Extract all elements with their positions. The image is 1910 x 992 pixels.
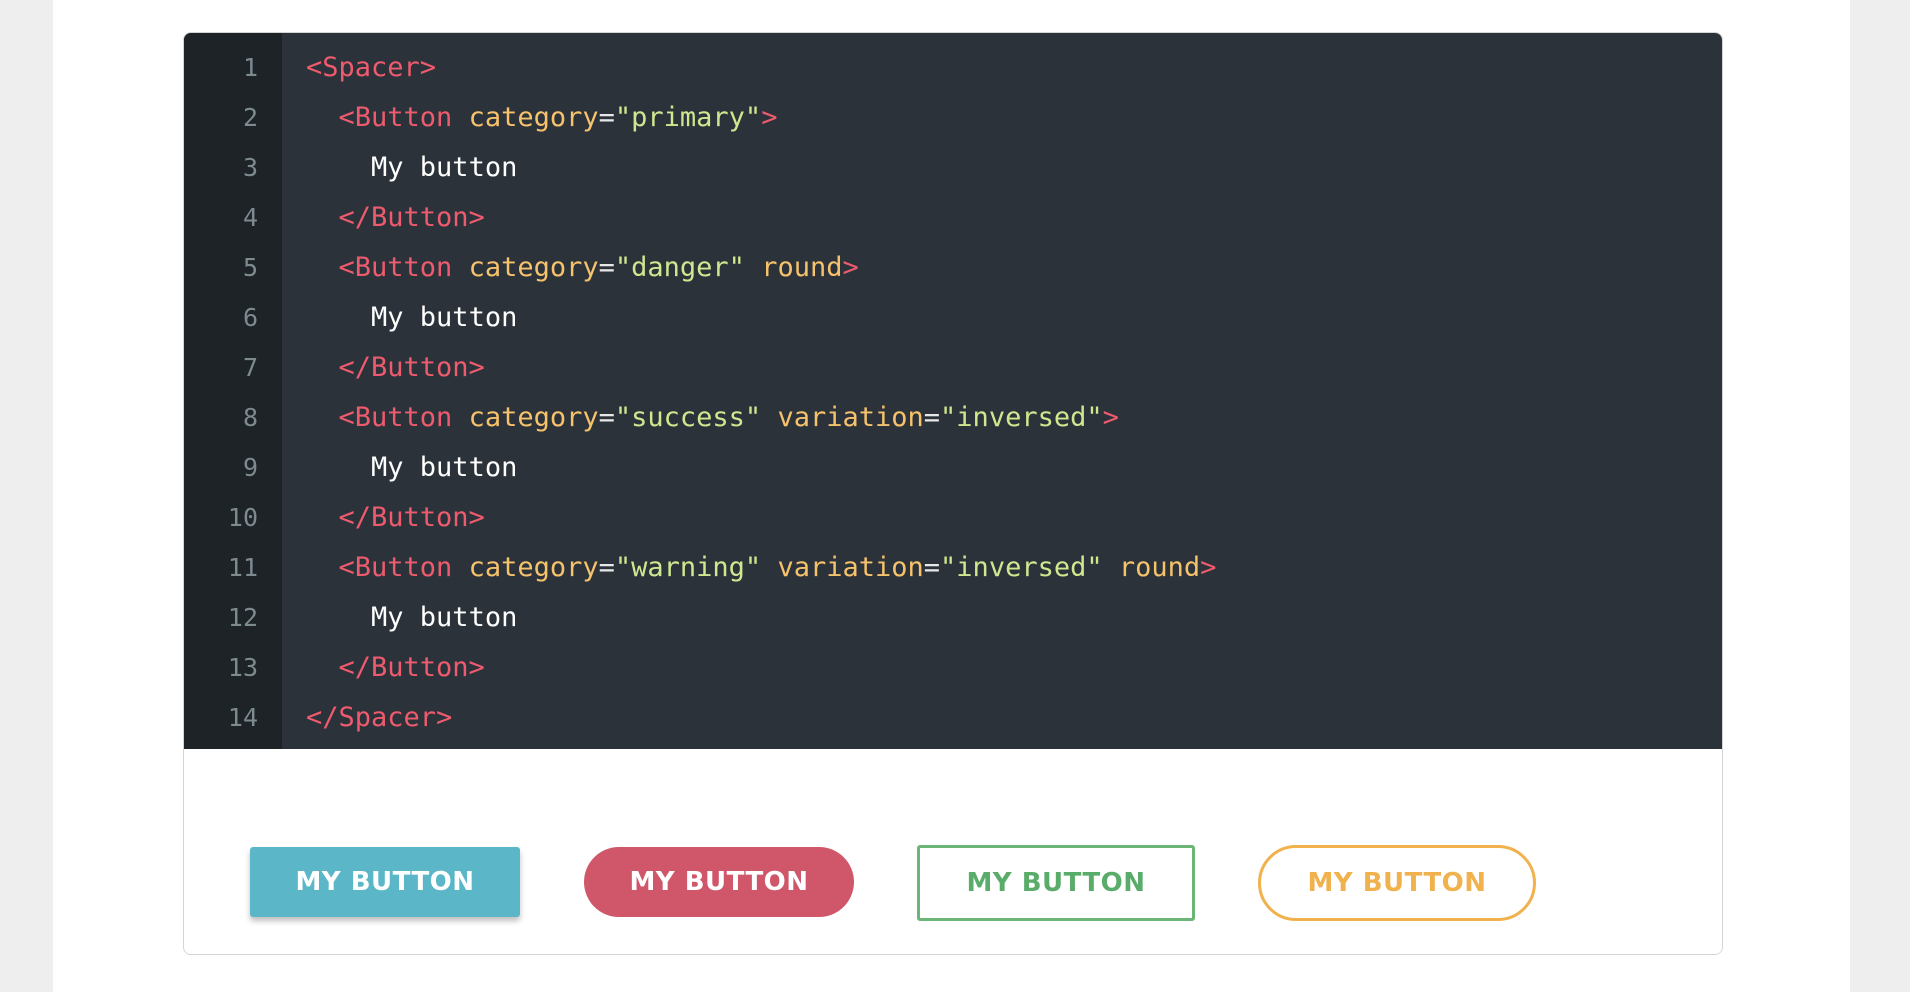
jsx-attribute: category	[468, 252, 599, 283]
line-number: 7	[242, 353, 258, 382]
danger-round-button[interactable]: MY BUTTON	[584, 847, 854, 917]
jsx-string: "primary"	[614, 102, 762, 133]
line-number: 14	[227, 703, 258, 732]
code-line: My button	[306, 143, 1722, 193]
component-preview: MY BUTTON MY BUTTON MY BUTTON MY BUTTON	[184, 749, 1722, 954]
jsx-attribute: round	[1118, 552, 1201, 583]
line-number: 10	[227, 503, 258, 532]
line-number: 12	[227, 603, 258, 632]
code-line: <Button category="danger" round>	[306, 243, 1722, 293]
line-number: 9	[242, 453, 258, 482]
jsx-string: "success"	[614, 402, 762, 433]
code-line: My button	[306, 293, 1722, 343]
jsx-attribute: category	[468, 552, 599, 583]
code-line: </Button>	[306, 493, 1722, 543]
code-line: My button	[306, 443, 1722, 493]
line-number: 5	[242, 253, 258, 282]
jsx-tag: </Spacer>	[306, 702, 453, 733]
jsx-equals: =	[598, 402, 615, 433]
jsx-tag: </Button>	[338, 352, 485, 383]
jsx-text: My button	[371, 602, 518, 633]
jsx-equals: =	[598, 102, 615, 133]
code-editor: 1 2 3 4 5 6 7 8 9 10 11 12 13 14 <Spacer…	[184, 33, 1722, 749]
jsx-equals: =	[598, 552, 615, 583]
jsx-tag: <Spacer>	[306, 52, 437, 83]
jsx-equals: =	[598, 252, 615, 283]
code-line: <Button category="primary">	[306, 93, 1722, 143]
jsx-attribute: variation	[777, 552, 924, 583]
jsx-string: "inversed"	[940, 552, 1103, 583]
jsx-equals: =	[923, 402, 941, 433]
code-line: <Button category="success" variation="in…	[306, 393, 1722, 443]
jsx-attribute: category	[468, 402, 599, 433]
jsx-tag: >	[761, 102, 778, 133]
success-inversed-button[interactable]: MY BUTTON	[917, 845, 1195, 921]
line-number: 13	[227, 653, 258, 682]
jsx-attribute: round	[761, 252, 843, 283]
jsx-tag: >	[1200, 552, 1217, 583]
jsx-text: My button	[371, 302, 518, 333]
line-number: 4	[242, 203, 258, 232]
code-line: <Button category="warning" variation="in…	[306, 543, 1722, 593]
code-content[interactable]: <Spacer> <Button category="primary"> My …	[282, 33, 1722, 749]
primary-button[interactable]: MY BUTTON	[250, 847, 520, 917]
docs-page: 1 2 3 4 5 6 7 8 9 10 11 12 13 14 <Spacer…	[53, 0, 1850, 992]
code-line: </Button>	[306, 193, 1722, 243]
jsx-attribute: category	[468, 102, 599, 133]
jsx-string: "warning"	[614, 552, 762, 583]
jsx-text: My button	[371, 152, 518, 183]
code-example-card: 1 2 3 4 5 6 7 8 9 10 11 12 13 14 <Spacer…	[183, 32, 1723, 955]
code-line: </Spacer>	[306, 693, 1722, 743]
jsx-tag: >	[842, 252, 859, 283]
jsx-attribute: variation	[777, 402, 924, 433]
jsx-tag: </Button>	[338, 652, 485, 683]
jsx-tag: <Button	[338, 402, 453, 433]
line-number-gutter: 1 2 3 4 5 6 7 8 9 10 11 12 13 14	[184, 33, 282, 749]
line-number: 2	[242, 103, 258, 132]
warning-inversed-round-button[interactable]: MY BUTTON	[1258, 845, 1536, 921]
code-line: </Button>	[306, 643, 1722, 693]
code-line: <Spacer>	[306, 43, 1722, 93]
jsx-tag: </Button>	[338, 502, 485, 533]
line-number: 8	[242, 403, 258, 432]
jsx-text: My button	[371, 452, 518, 483]
jsx-equals: =	[923, 552, 941, 583]
line-number: 3	[242, 153, 258, 182]
code-line: </Button>	[306, 343, 1722, 393]
jsx-tag: >	[1102, 402, 1119, 433]
jsx-tag: </Button>	[338, 202, 485, 233]
line-number: 6	[242, 303, 258, 332]
line-number: 11	[227, 553, 258, 582]
jsx-string: "danger"	[614, 252, 745, 283]
jsx-tag: <Button	[338, 102, 453, 133]
line-number: 1	[242, 53, 258, 82]
jsx-tag: <Button	[338, 552, 453, 583]
code-line: My button	[306, 593, 1722, 643]
jsx-string: "inversed"	[940, 402, 1103, 433]
jsx-tag: <Button	[338, 252, 453, 283]
